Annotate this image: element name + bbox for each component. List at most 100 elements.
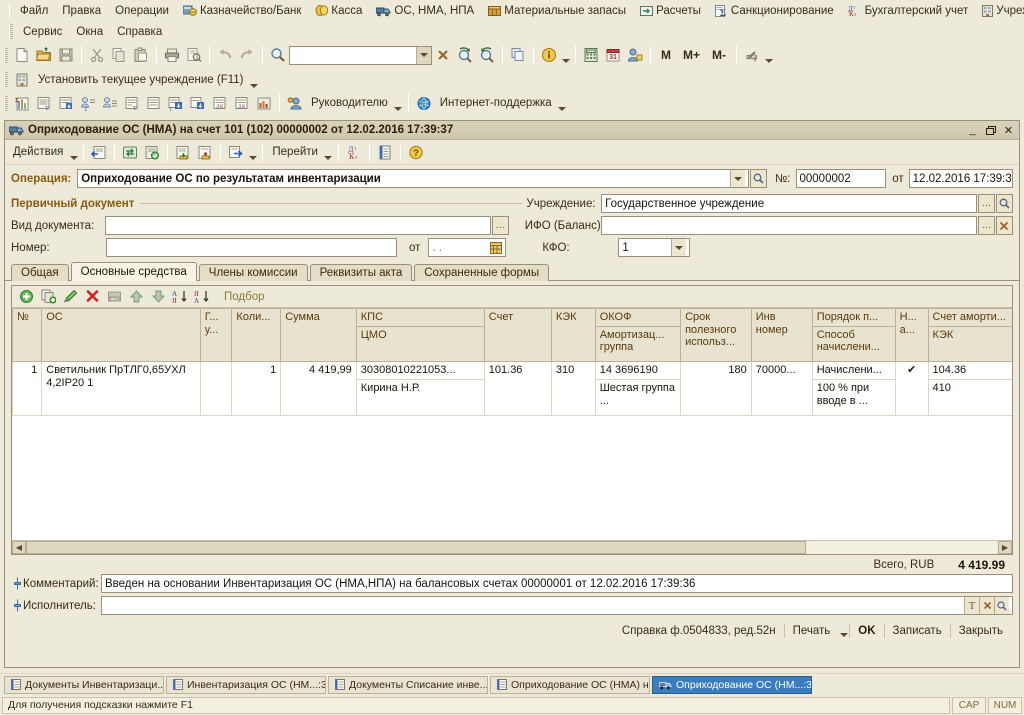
paste-icon[interactable]: [130, 44, 152, 66]
undo-icon[interactable]: [214, 44, 236, 66]
print-dropdown-caret[interactable]: [838, 623, 849, 639]
primary-date-input[interactable]: . .: [428, 238, 506, 257]
col-header-amort-kek[interactable]: КЭК: [928, 326, 1012, 361]
document-date-input[interactable]: 12.02.2016 17:39:37: [909, 169, 1013, 188]
doc-type-input[interactable]: [105, 216, 491, 235]
institution-input[interactable]: Государственное учреждение: [601, 194, 977, 213]
ifo-clear-button[interactable]: [996, 216, 1013, 235]
memory-recall-button[interactable]: M: [655, 48, 677, 62]
col-header-account[interactable]: Счет: [484, 309, 551, 362]
menu-treasury-bank[interactable]: Казначейство/Банк: [176, 2, 308, 19]
tab-sohranennye-formy[interactable]: Сохраненные формы: [414, 264, 549, 281]
internet-support-label[interactable]: Интернет-поддержка: [435, 97, 557, 109]
cell-sum[interactable]: 4 419,99: [281, 361, 357, 416]
write-button[interactable]: Записать: [885, 623, 950, 639]
based-on-dropdown-caret[interactable]: [247, 142, 258, 162]
operation-input[interactable]: Оприходование ОС по результатам инвентар…: [77, 169, 749, 188]
find-icon[interactable]: [267, 44, 289, 66]
col-header-quantity[interactable]: Коли...: [232, 309, 281, 362]
col-header-sum[interactable]: Сумма: [281, 309, 357, 362]
account-card-icon[interactable]: T: [33, 92, 55, 114]
clear-search-icon[interactable]: [432, 44, 454, 66]
new-document-icon[interactable]: [11, 44, 33, 66]
doc-type-select-button[interactable]: …: [492, 216, 509, 235]
wrench-icon[interactable]: [741, 44, 763, 66]
unpost-icon[interactable]: [194, 141, 216, 163]
cell-amort-group[interactable]: Шестая группа ...: [595, 380, 680, 416]
cell-amort-account[interactable]: 104.36: [928, 361, 1012, 379]
globe-icon[interactable]: [413, 92, 435, 114]
info-dropdown-caret[interactable]: [560, 45, 571, 65]
cell-quantity[interactable]: 1: [232, 361, 281, 416]
scroll-right-icon[interactable]: ▶: [998, 541, 1012, 554]
col-header-amort-group[interactable]: Амортизац...группа: [595, 326, 680, 361]
cell-cmo[interactable]: Кирина Н.Р.: [356, 380, 484, 416]
col-header-os[interactable]: ОС: [42, 309, 200, 362]
account-analysis-icon[interactable]: T: [121, 92, 143, 114]
cell-okof[interactable]: 14 3696190: [595, 361, 680, 379]
open-folder-icon[interactable]: [33, 44, 55, 66]
tab-obshaya[interactable]: Общая: [11, 264, 69, 281]
tab-chleny-komissii[interactable]: Члены комиссии: [199, 264, 308, 281]
chevron-down-icon[interactable]: [730, 170, 745, 187]
add-row-icon[interactable]: [15, 286, 37, 308]
cell-os[interactable]: Светильник ПрТЛГ0,65УХЛ 4,2IP20 1: [42, 361, 200, 416]
chevron-down-icon[interactable]: [671, 239, 686, 256]
executor-clear-button[interactable]: [979, 597, 994, 614]
redo-icon[interactable]: [236, 44, 258, 66]
memory-subtract-button[interactable]: M-: [706, 48, 732, 62]
menu-operations[interactable]: Операции: [108, 3, 176, 19]
turnover-balance-icon[interactable]: Σ: [11, 92, 33, 114]
account-turnover-icon[interactable]: [143, 92, 165, 114]
ifo-select-button[interactable]: …: [978, 216, 995, 235]
register-icon[interactable]: [374, 141, 396, 163]
col-header-cmo[interactable]: ЦМО: [356, 326, 484, 361]
menu-accounting[interactable]: ДтКт Бухгалтерский учет: [841, 3, 976, 19]
document-title-bar[interactable]: Оприходование ОС (НМА) на счет 101 (102)…: [5, 121, 1019, 140]
post-icon[interactable]: [141, 141, 163, 163]
ok-button[interactable]: OK: [850, 623, 883, 639]
copy-row-icon[interactable]: [37, 286, 59, 308]
menu-service[interactable]: Сервис: [16, 24, 69, 40]
cell-num[interactable]: 1: [13, 361, 42, 416]
set-current-institution-label[interactable]: Установить текущее учреждение (F11): [33, 74, 249, 86]
based-on-icon[interactable]: [225, 141, 247, 163]
find-prev-icon[interactable]: [476, 44, 498, 66]
menu-fixed-assets[interactable]: ОС, НМА, НПА: [369, 3, 481, 19]
col-header-amort-account[interactable]: Счет аморти...: [928, 309, 1012, 327]
institution-search-button[interactable]: [996, 194, 1013, 213]
print-button[interactable]: Печать: [785, 623, 839, 639]
col-header-method[interactable]: Способначислени...: [812, 326, 895, 361]
menu-institution[interactable]: Учреждение: [975, 3, 1024, 19]
col-header-order[interactable]: Порядок п...: [812, 309, 895, 327]
menu-material-stock[interactable]: Материальные запасы: [481, 3, 633, 19]
cell-amort-kek[interactable]: 410: [928, 380, 1012, 416]
memory-add-button[interactable]: M+: [677, 48, 706, 62]
executor-search-button[interactable]: [994, 597, 1009, 614]
operation-search-button[interactable]: [750, 169, 767, 188]
scroll-track[interactable]: [26, 541, 998, 554]
minimize-button[interactable]: _: [964, 123, 981, 138]
tab-rekvizity-akta[interactable]: Реквизиты акта: [310, 264, 413, 281]
sort-desc-icon[interactable]: ЯА: [191, 286, 213, 308]
menu-grip[interactable]: [9, 3, 10, 18]
menu-windows[interactable]: Окна: [69, 24, 110, 40]
executor-text-button[interactable]: T: [964, 597, 979, 614]
calculator-icon[interactable]: [580, 44, 602, 66]
goto-dropdown-caret[interactable]: [323, 142, 334, 162]
institution-select-button[interactable]: …: [978, 194, 995, 213]
posting-journal-icon[interactable]: T: [165, 92, 187, 114]
select-items-button[interactable]: Подбор: [219, 291, 270, 303]
scroll-thumb[interactable]: [26, 541, 806, 554]
menu-file[interactable]: Файл: [13, 3, 55, 19]
journal-icon[interactable]: [55, 92, 77, 114]
sort-asc-icon[interactable]: АЯ: [169, 286, 191, 308]
menu-edit[interactable]: Правка: [55, 3, 108, 19]
col-header-okof[interactable]: ОКОФ: [595, 309, 680, 327]
cell-kps[interactable]: 30308010221053...: [356, 361, 484, 379]
cell-method[interactable]: 100 % при вводе в ...: [812, 380, 895, 416]
refresh-icon[interactable]: [119, 141, 141, 163]
reports-toolbar-grip[interactable]: [4, 96, 8, 111]
kfo-input[interactable]: 1: [618, 238, 690, 257]
help-icon[interactable]: ?: [405, 141, 427, 163]
